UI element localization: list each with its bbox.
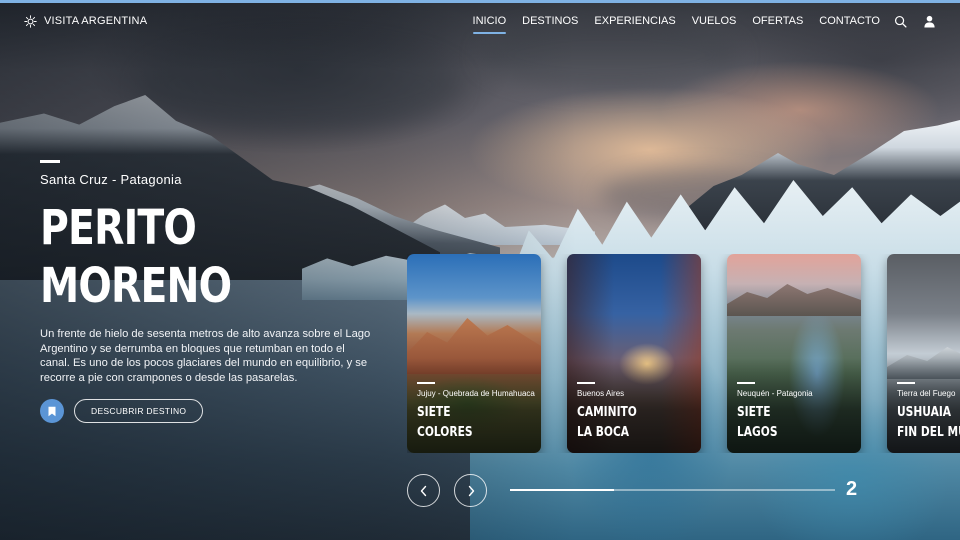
hero-title-line2: MORENO: [40, 258, 232, 314]
bookmark-icon: [48, 406, 56, 416]
card-accent-line: [417, 382, 435, 384]
card-subtitle: Neuquén - Patagonia: [737, 389, 813, 398]
card-info: Neuquén - Patagonia SIETE LAGOS: [737, 382, 861, 443]
brand-name: VISITA ARGENTINA: [44, 15, 148, 27]
navbar: VISITA ARGENTINA INICIO DESTINOS EXPERIE…: [0, 3, 960, 39]
hero-accent-line: [40, 160, 60, 163]
nav-item-contacto[interactable]: CONTACTO: [819, 13, 880, 29]
card-subtitle: Buenos Aires: [577, 389, 625, 398]
nav-icons: [894, 15, 936, 28]
nav-item-vuelos[interactable]: VUELOS: [692, 13, 737, 29]
chevron-right-icon: [468, 485, 474, 496]
card-title-line2: FIN DEL MUNDO: [897, 425, 960, 440]
card-title-line2: LAGOS: [737, 425, 778, 440]
destination-card-siete-colores[interactable]: Jujuy - Quebrada de Humahuaca SIETE COLO…: [407, 254, 541, 453]
hero-description: Un frente de hielo de sesenta metros de …: [40, 328, 371, 384]
card-title: SIETE LAGOS: [737, 403, 861, 443]
card-accent-line: [577, 382, 595, 384]
chevron-left-icon: [420, 485, 426, 496]
card-accent-line: [737, 382, 755, 384]
discover-destination-button[interactable]: DESCUBRIR DESTINO: [74, 399, 204, 423]
card-mountain: [727, 284, 861, 316]
slider-progress-track: [510, 489, 835, 491]
previous-slide-button[interactable]: [407, 474, 440, 507]
hero-location: Santa Cruz - Patagonia: [40, 172, 182, 187]
bookmark-button[interactable]: [40, 399, 64, 423]
destination-carousel: Jujuy - Quebrada de Humahuaca SIETE COLO…: [407, 254, 960, 453]
brand[interactable]: VISITA ARGENTINA: [24, 14, 148, 28]
card-subtitle: Tierra del Fuego: [897, 389, 956, 398]
nav-item-inicio[interactable]: INICIO: [472, 13, 506, 34]
card-subtitle: Jujuy - Quebrada de Humahuaca: [417, 389, 535, 398]
card-info: Jujuy - Quebrada de Humahuaca SIETE COLO…: [417, 382, 541, 443]
card-title: USHUAIA FIN DEL MUNDO: [897, 403, 960, 443]
search-icon[interactable]: [894, 15, 907, 28]
nav-item-experiencias[interactable]: EXPERIENCIAS: [594, 13, 675, 29]
next-slide-button[interactable]: [454, 474, 487, 507]
card-title: CAMINITO LA BOCA: [577, 403, 701, 443]
destination-card-ushuaia[interactable]: Tierra del Fuego USHUAIA FIN DEL MUNDO: [887, 254, 960, 453]
card-info: Tierra del Fuego USHUAIA FIN DEL MUNDO: [897, 382, 960, 443]
destination-card-siete-lagos[interactable]: Neuquén - Patagonia SIETE LAGOS: [727, 254, 861, 453]
hero-title: PERITO MORENO: [40, 199, 319, 315]
card-title-line2: COLORES: [417, 425, 473, 440]
card-title-line2: LA BOCA: [577, 425, 630, 440]
slider-progress-fill: [510, 489, 614, 491]
card-info: Buenos Aires CAMINITO LA BOCA: [577, 382, 701, 443]
card-title-line1: CAMINITO: [577, 405, 637, 420]
hero-title-line1: PERITO: [40, 200, 197, 256]
main-nav: INICIO DESTINOS EXPERIENCIAS VUELOS OFER…: [472, 13, 880, 34]
sun-icon: [24, 14, 37, 28]
card-title-line1: SIETE: [417, 405, 451, 420]
hero-content: Santa Cruz - Patagonia PERITO MORENO Un …: [40, 160, 380, 423]
destination-card-caminito[interactable]: Buenos Aires CAMINITO LA BOCA: [567, 254, 701, 453]
card-accent-line: [897, 382, 915, 384]
hero-actions: DESCUBRIR DESTINO: [40, 399, 380, 423]
card-title-line1: SIETE: [737, 405, 771, 420]
card-title: SIETE COLORES: [417, 403, 541, 443]
nav-item-ofertas[interactable]: OFERTAS: [752, 13, 803, 29]
current-slide-number: 2: [846, 478, 858, 500]
card-title-line1: USHUAIA: [897, 405, 952, 420]
user-icon[interactable]: [923, 15, 936, 28]
nav-item-destinos[interactable]: DESTINOS: [522, 13, 578, 29]
